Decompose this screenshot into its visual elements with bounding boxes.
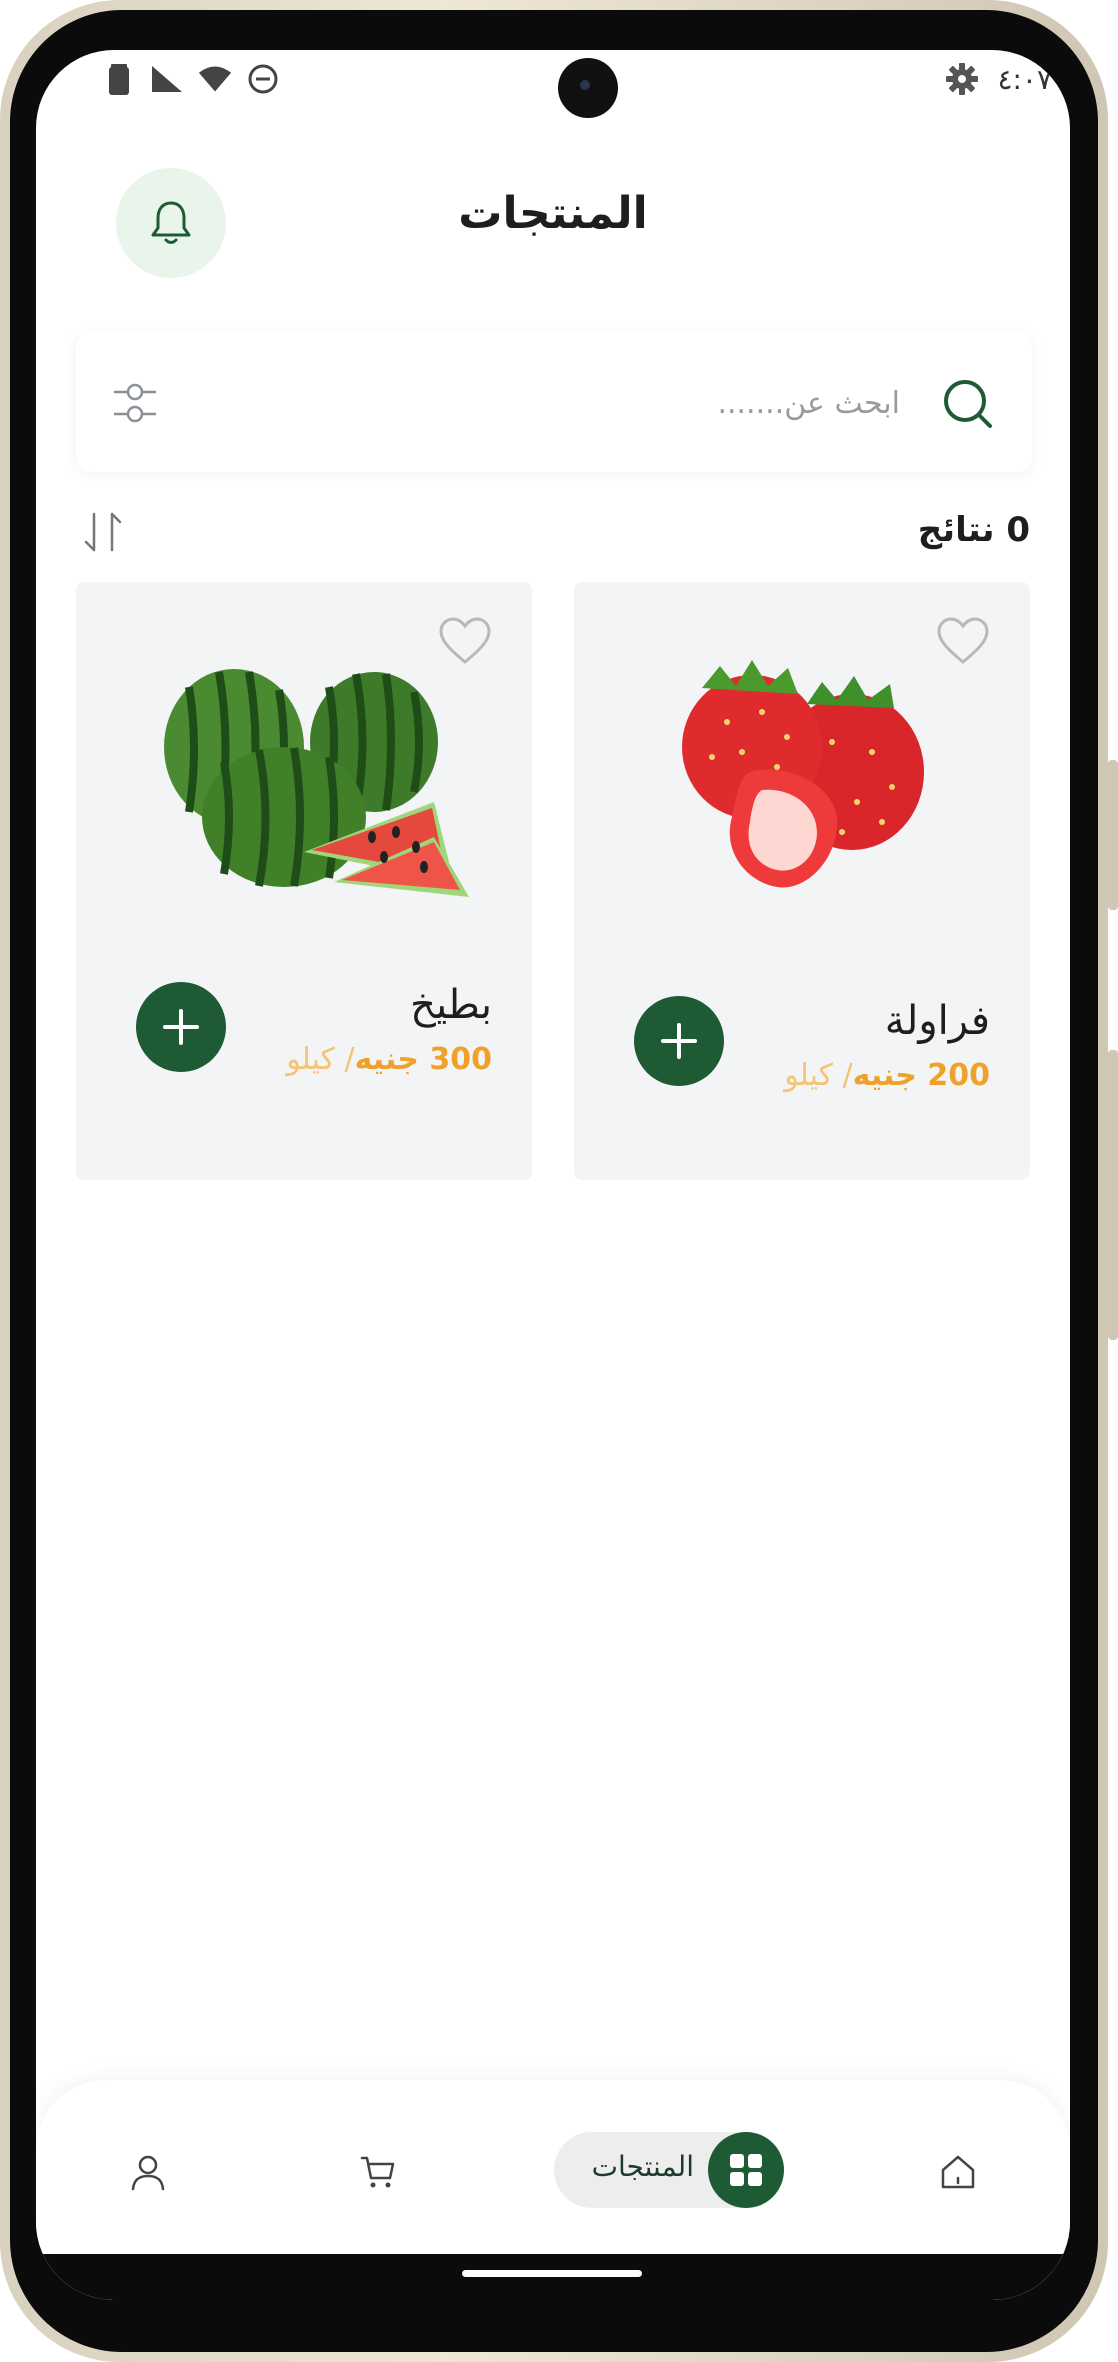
battery-icon [102,62,136,96]
status-icons [102,62,280,96]
price-unit: / كيلو [286,1042,355,1077]
strawberry-image [682,660,924,888]
notifications-button[interactable] [116,168,226,278]
home-indicator[interactable] [462,2270,642,2277]
wifi-icon [198,62,232,96]
status-time: ٤:٠٧ [997,62,1052,96]
grid-icon-badge [708,2132,784,2208]
sort-icon[interactable] [82,510,126,554]
filter-sliders-icon[interactable] [110,378,160,428]
system-nav-bar [36,2254,1070,2300]
search-input[interactable] [298,372,902,434]
add-to-cart-button[interactable] [634,996,724,1086]
product-price: 300 جنيه/ كيلو [286,1042,492,1077]
nav-home[interactable] [928,2142,988,2202]
home-icon [941,2155,975,2189]
product-card[interactable]: فراولة 200 جنيه/ كيلو [574,582,1030,1180]
plus-icon [661,1023,697,1059]
volume-button [1108,760,1118,910]
product-price: 200 جنيه/ كيلو [784,1058,990,1093]
power-button [1108,1050,1118,1340]
plus-icon [163,1009,199,1045]
nav-products-label: المنتجات [591,2150,694,2183]
nav-cart[interactable] [348,2142,408,2202]
do-not-disturb-icon [246,62,280,96]
product-name: فراولة [884,998,990,1044]
settings-gear-icon [945,62,979,96]
cart-icon [360,2156,395,2188]
watermelon-image [164,669,469,897]
price-value: 300 جنيه [354,1042,492,1077]
nav-products[interactable]: المنتجات [554,2132,784,2208]
nav-profile[interactable] [118,2142,178,2202]
status-right: ٤:٠٧ [945,62,1052,96]
bell-icon [151,201,191,244]
front-camera [558,58,618,118]
results-count: 0 نتائج [917,510,1030,550]
grid-icon [730,2154,762,2186]
search-icon[interactable] [940,376,996,432]
user-icon [131,2155,165,2191]
app-screen: ٤:٠٧ المنتجات 0 نتائج [36,50,1070,2300]
signal-icon [150,62,184,96]
price-value: 200 جنيه [852,1058,990,1093]
product-card[interactable]: بطيخ 300 جنيه/ كيلو [76,582,532,1180]
add-to-cart-button[interactable] [136,982,226,1072]
product-name: بطيخ [410,982,492,1028]
price-unit: / كيلو [784,1058,853,1093]
search-bar [76,332,1032,472]
